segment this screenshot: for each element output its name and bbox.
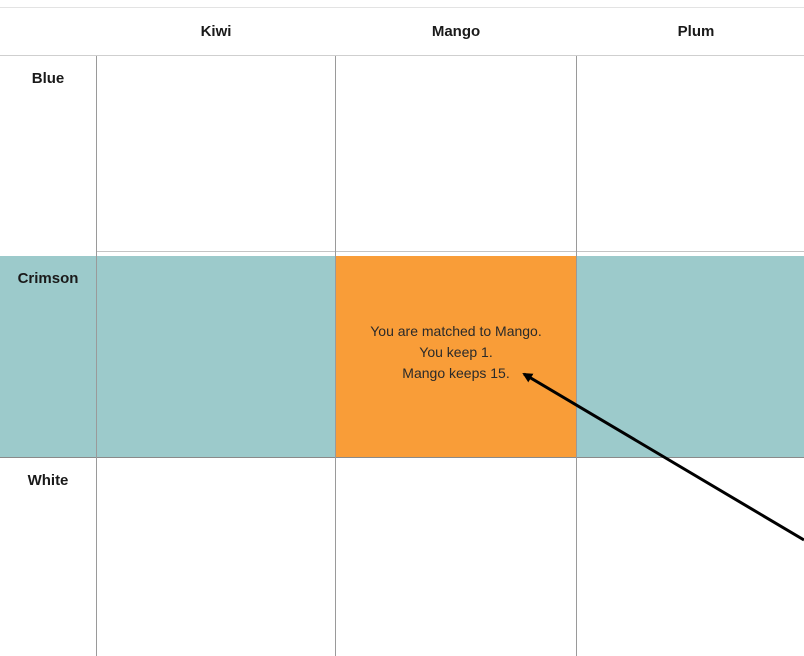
annotation-arrow-icon	[522, 372, 804, 542]
annotation-arrow-line	[522, 372, 804, 542]
matching-grid-page: Kiwi Mango Plum You are matched to Mango…	[0, 0, 804, 656]
